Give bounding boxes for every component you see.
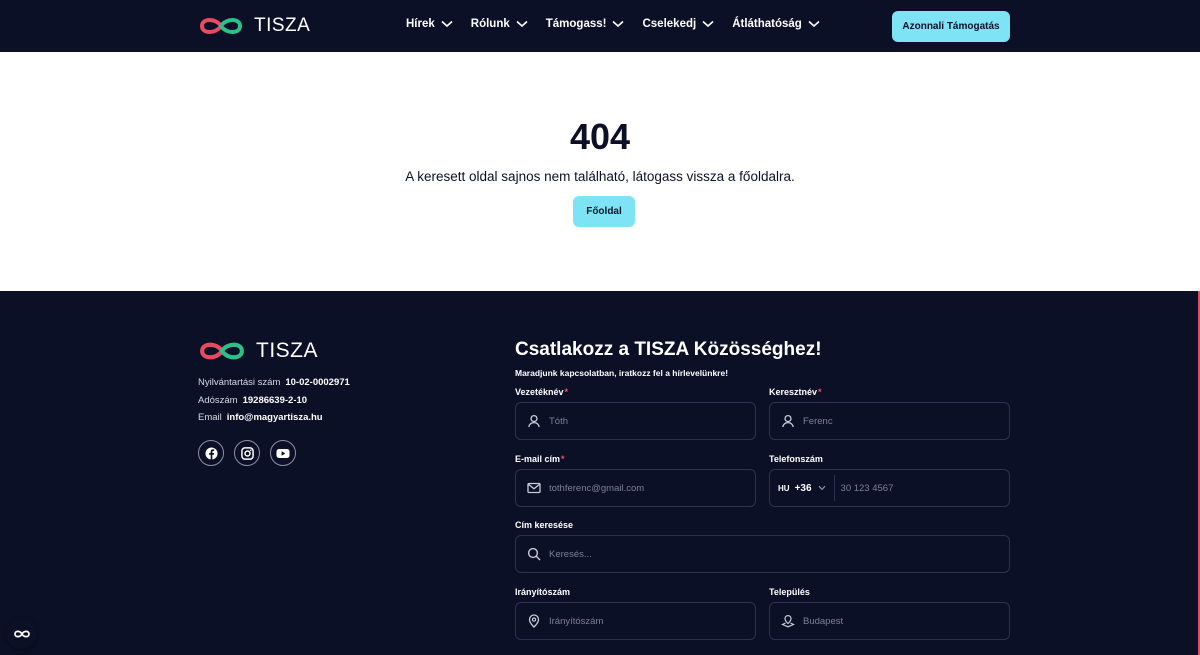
firstname-field[interactable]: Ferenc — [769, 402, 1010, 440]
label-text: Cím keresése — [515, 520, 574, 530]
tisza-logo-icon — [199, 18, 243, 34]
tisza-logo-icon — [200, 342, 244, 360]
error-code: 404 — [569, 116, 631, 157]
nav-item-label: Rólunk — [470, 18, 510, 30]
email-label: E-mail cím* — [515, 454, 565, 464]
chevron-down-icon — [702, 20, 714, 28]
address-label: Cím keresése — [515, 520, 573, 530]
info-value: 10-02-0002971 — [285, 377, 350, 388]
nav-item-label: Hírek — [406, 18, 435, 30]
location-map-icon — [781, 614, 795, 628]
nav-item-hirek[interactable]: Hírek — [406, 18, 453, 30]
home-button[interactable]: Főoldal — [573, 196, 635, 227]
chevron-down-icon — [808, 20, 820, 28]
label-text: Keresztnév — [769, 387, 818, 397]
infinity-icon — [13, 630, 30, 637]
registration-number: Nyilvántartási szám 10-02-0002971 — [198, 377, 350, 388]
header-logo[interactable]: TISZA — [198, 14, 310, 38]
required-mark: * — [561, 454, 565, 464]
site-footer: TISZA Nyilvántartási szám 10-02-0002971 A… — [0, 291, 1200, 655]
city-label: Település — [769, 587, 810, 597]
footer-logo[interactable]: TISZA — [198, 338, 318, 364]
map-pin-icon — [528, 614, 540, 628]
phone-field[interactable]: HU +36 30 123 4567 — [769, 469, 1010, 507]
field-placeholder: Tóth — [549, 415, 569, 427]
lastname-field[interactable]: Tóth — [515, 402, 756, 440]
search-icon — [527, 547, 541, 561]
email-info: Email info@magyartisza.hu — [198, 412, 323, 423]
instagram-icon — [240, 446, 254, 460]
floating-widget-button[interactable] — [6, 618, 37, 649]
chevron-down-icon — [441, 20, 453, 28]
field-placeholder: 30 123 4567 — [840, 482, 894, 494]
zip-field[interactable]: Irányítószám — [515, 602, 756, 640]
nav-item-cselekedj[interactable]: Cselekedj — [642, 18, 714, 30]
main-nav: Hírek Rólunk Támogass! Cselekedj Átlátha… — [406, 18, 838, 30]
nav-item-label: Átláthatóság — [732, 18, 802, 30]
youtube-icon — [276, 448, 290, 458]
firstname-label: Keresztnév* — [769, 387, 822, 397]
label-text: Telefonszám — [769, 454, 823, 464]
label-text: Vezetéknév — [515, 387, 564, 397]
country-code-select[interactable]: HU +36 — [778, 475, 835, 501]
email-field[interactable]: tothferenc@gmail.com — [515, 469, 756, 507]
brand-name: TISZA — [256, 339, 319, 362]
instagram-link[interactable] — [234, 440, 260, 466]
facebook-link[interactable] — [198, 440, 224, 466]
field-placeholder: Irányítószám — [549, 615, 604, 627]
info-key: Nyilvántartási szám — [198, 377, 281, 388]
nav-item-label: Cselekedj — [642, 18, 697, 30]
nav-item-rolunk[interactable]: Rólunk — [471, 18, 528, 30]
phone-label: Telefonszám — [769, 454, 823, 464]
brand-name: TISZA — [254, 15, 311, 36]
facebook-icon — [204, 446, 218, 460]
social-links — [198, 440, 296, 466]
info-value: 19286639-2-10 — [242, 395, 308, 406]
email-link[interactable]: info@magyartisza.hu — [227, 412, 323, 423]
zip-label: Irányítószám — [515, 587, 570, 597]
dial-code: +36 — [794, 482, 812, 494]
nav-item-atlathatosag[interactable]: Átláthatóság — [732, 18, 820, 30]
city-field[interactable]: Budapest — [769, 602, 1010, 640]
donate-now-button[interactable]: Azonnali Támogatás — [892, 11, 1010, 42]
required-mark: * — [564, 387, 569, 397]
nav-item-label: Támogass! — [545, 18, 607, 30]
error-section: 404 A keresett oldal sajnos nem találhat… — [0, 52, 1200, 291]
address-search-field[interactable]: Keresés... — [515, 535, 1010, 573]
youtube-link[interactable] — [270, 440, 296, 466]
required-mark: * — [818, 387, 822, 397]
chevron-down-icon — [818, 485, 825, 491]
lastname-label: Vezetéknév* — [515, 387, 568, 397]
chevron-down-icon — [612, 20, 625, 28]
nav-item-tamogass[interactable]: Támogass! — [546, 18, 625, 30]
label-text: Település — [769, 587, 810, 597]
info-key: Email — [198, 412, 222, 423]
country-code: HU — [778, 483, 790, 493]
error-message: A keresett oldal sajnos nem található, l… — [405, 169, 795, 184]
info-key: Adószám — [198, 395, 238, 406]
label-text: Irányítószám — [515, 587, 571, 597]
site-header: TISZA Hírek Rólunk Támogass! Cselekedj Á… — [0, 0, 1200, 52]
tax-number: Adószám 19286639-2-10 — [198, 395, 307, 406]
field-placeholder: tothferenc@gmail.com — [549, 482, 645, 494]
user-icon — [782, 414, 794, 428]
newsletter-subtitle: Maradjunk kapcsolatban, iratkozz fel a h… — [515, 368, 729, 378]
chevron-down-icon — [516, 20, 528, 28]
label-text: E-mail cím — [515, 454, 561, 464]
field-placeholder: Budapest — [803, 615, 844, 627]
field-placeholder: Keresés... — [549, 548, 592, 560]
field-placeholder: Ferenc — [803, 415, 833, 427]
user-icon — [528, 414, 540, 428]
mail-icon — [527, 482, 541, 494]
newsletter-title: Csatlakozz a TISZA Közösséghez! — [515, 339, 822, 360]
